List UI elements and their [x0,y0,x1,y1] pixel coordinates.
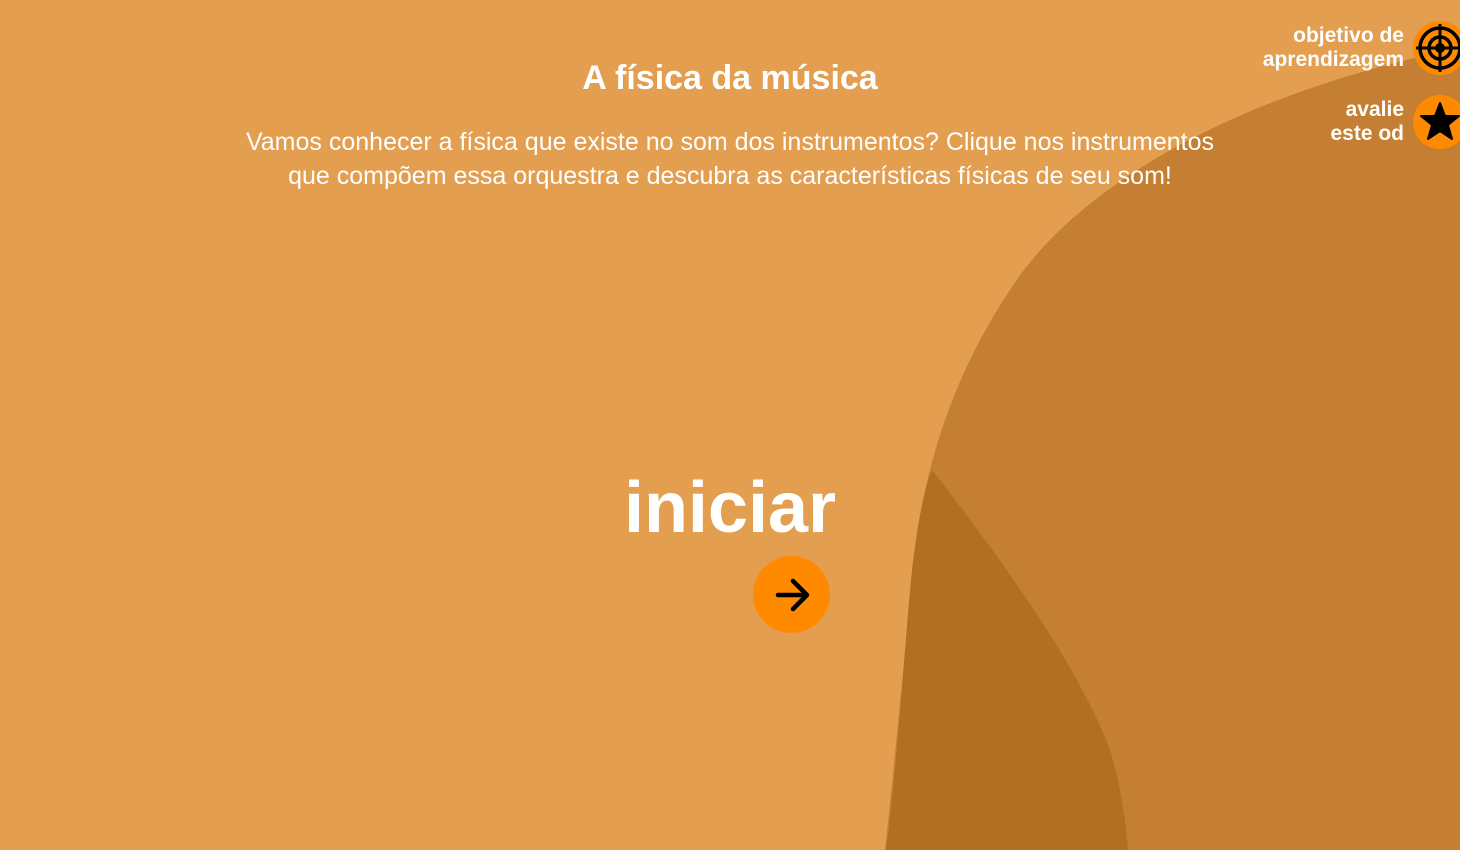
rate-od-button[interactable]: avalie este od [1330,94,1460,150]
arrow-right-icon [775,578,809,611]
rate-od-label: avalie este od [1330,98,1404,145]
learning-objective-button[interactable]: objetivo de aprendizagem [1263,20,1460,76]
star-icon [1412,95,1460,149]
target-icon [1412,21,1460,75]
start-label[interactable]: iniciar [530,466,930,550]
page-title: A física da música [582,58,878,97]
learning-objective-label: objetivo de aprendizagem [1262,24,1404,71]
start-button[interactable] [753,556,830,633]
intro-description: Vamos conhecer a física que existe no so… [245,128,1215,190]
